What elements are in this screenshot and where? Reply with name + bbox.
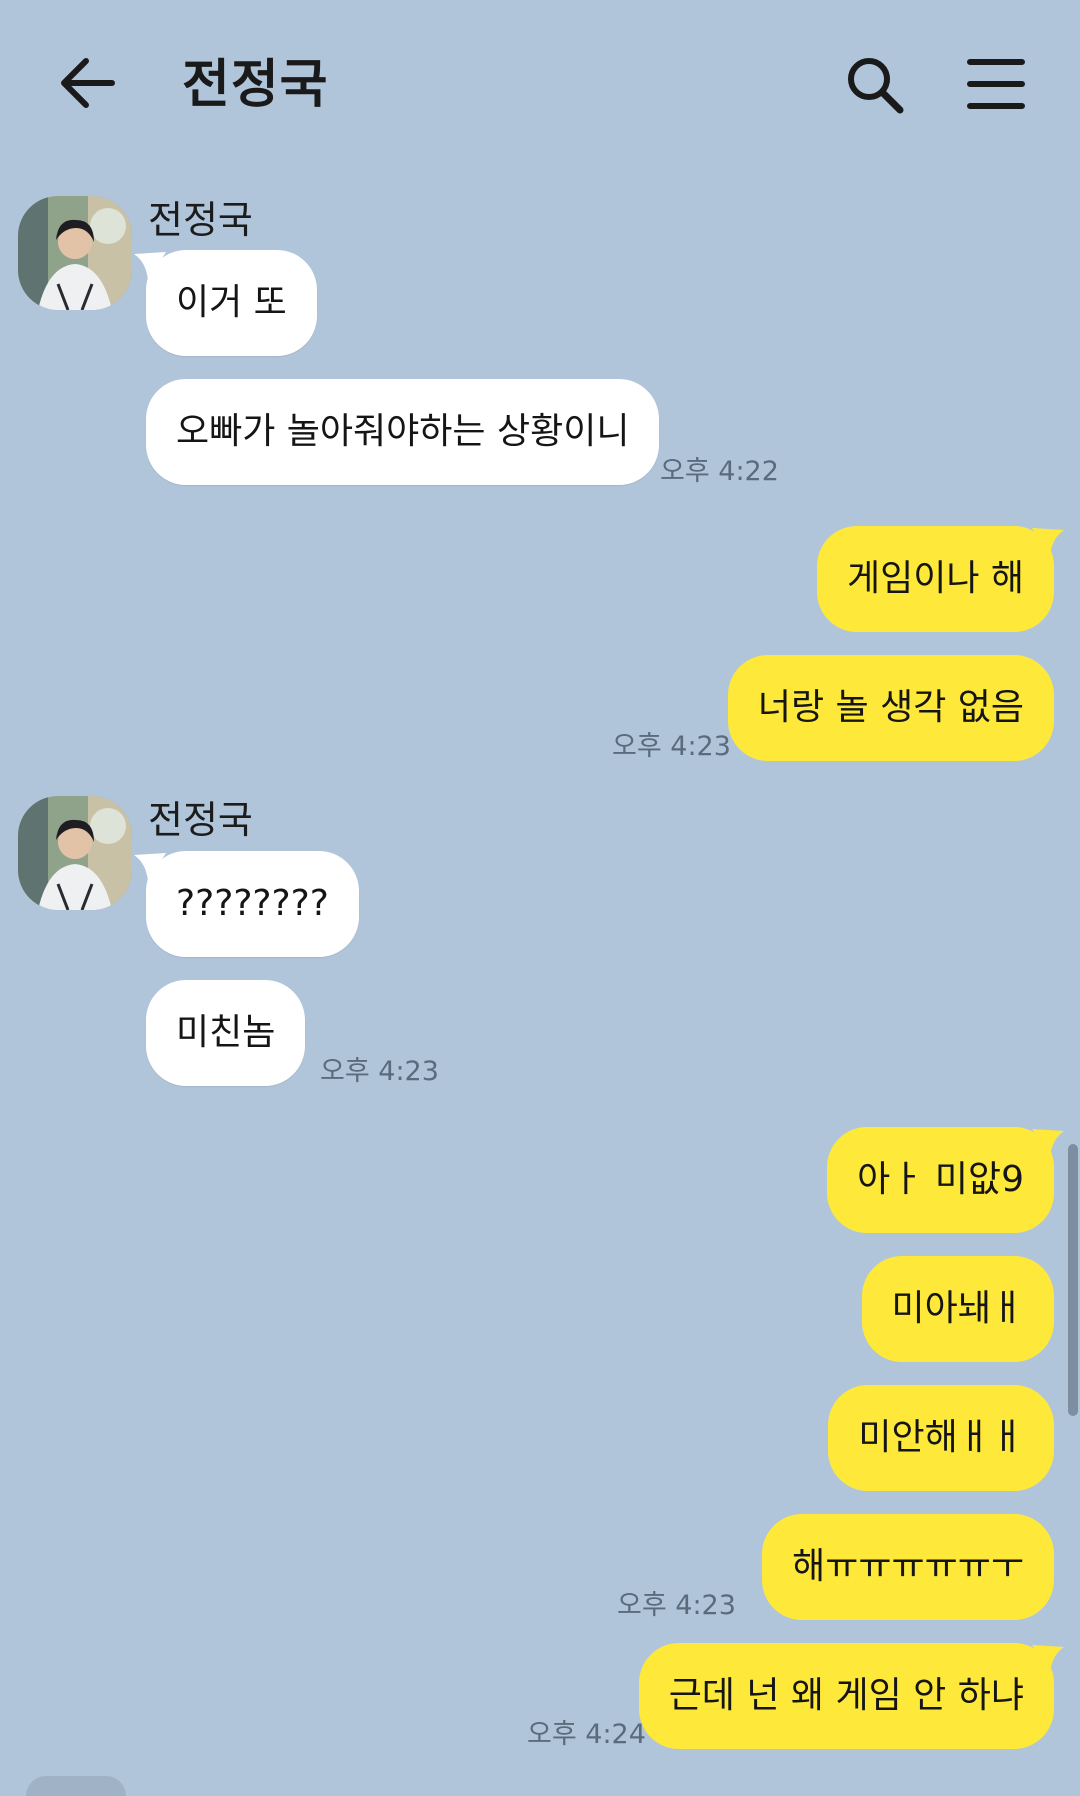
avatar [26, 1776, 126, 1796]
message-timestamp: 오후 4:23 [617, 1590, 736, 1621]
message-bubble-incoming[interactable]: 이거 또 [146, 250, 317, 356]
message-timestamp: 오후 4:23 [320, 1056, 439, 1087]
menu-button[interactable] [966, 56, 1026, 112]
search-icon [848, 58, 904, 114]
arrow-left-icon [61, 58, 115, 108]
message-bubble-outgoing[interactable]: 미안해ㅐㅐ [828, 1385, 1054, 1491]
chat-title: 전정국 [182, 55, 329, 115]
message-bubble-incoming[interactable]: 오빠가 놀아줘야하는 상황이니 [146, 379, 660, 485]
search-button[interactable] [842, 52, 908, 118]
message-bubble-incoming[interactable]: 미친놈 [146, 980, 306, 1086]
profile-photo-icon [18, 196, 132, 310]
sender-name: 전정국 [148, 198, 253, 242]
sender-name: 전정국 [148, 798, 253, 842]
back-button[interactable] [52, 48, 122, 118]
message-bubble-outgoing[interactable]: 아ㅏ 미앖9 [827, 1127, 1054, 1233]
message-bubble-outgoing[interactable]: 근데 넌 왜 게임 안 하냐 [638, 1643, 1054, 1749]
message-bubble-incoming[interactable]: ???????? [146, 851, 359, 957]
message-bubble-outgoing[interactable]: 해ㅠㅠㅠㅠㅠㅜ [762, 1514, 1054, 1620]
scrollbar-thumb[interactable] [1068, 1144, 1078, 1416]
message-timestamp: 오후 4:24 [527, 1719, 646, 1750]
message-timestamp: 오후 4:23 [612, 731, 731, 762]
message-bubble-outgoing[interactable]: 미아놰ㅐ [861, 1256, 1054, 1362]
message-bubble-outgoing[interactable]: 게임이나 해 [816, 526, 1054, 632]
avatar[interactable] [18, 796, 132, 910]
avatar[interactable] [18, 196, 132, 310]
message-bubble-outgoing[interactable]: 너랑 놀 생각 없음 [727, 655, 1054, 761]
message-timestamp: 오후 4:22 [660, 456, 779, 487]
hamburger-menu-icon [967, 59, 1025, 109]
chat-header: 전정국 [0, 0, 1080, 172]
profile-photo-icon [18, 796, 132, 910]
